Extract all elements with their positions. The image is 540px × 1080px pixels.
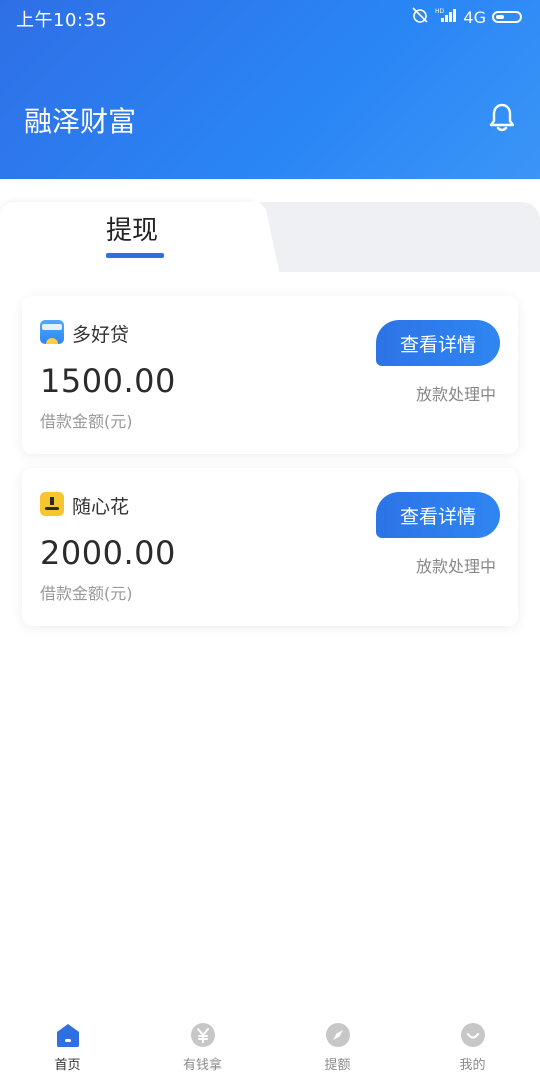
nav-item-earn[interactable]: 有钱拿 [135, 1012, 270, 1080]
nav-label: 提额 [324, 1058, 351, 1073]
tab-active-indicator [106, 253, 164, 258]
loan-card: 多好贷 1500.00 借款金额(元) 查看详情 放款处理中 [22, 296, 518, 454]
tab-withdraw-label[interactable]: 提现 [106, 210, 158, 247]
battery-icon [492, 11, 522, 23]
suixinhua-logo-icon [40, 492, 64, 516]
nav-item-mine[interactable]: 我的 [405, 1012, 540, 1080]
nav-label: 有钱拿 [182, 1058, 222, 1073]
product-name: 随心花 [72, 496, 130, 518]
duohaodai-logo-icon [40, 320, 64, 344]
status-time: 上午10:35 [16, 10, 108, 31]
nav-label: 我的 [459, 1058, 486, 1073]
yuan-icon [190, 1022, 216, 1048]
svg-text:HD: HD [435, 8, 445, 15]
loan-amount: 1500.00 [40, 362, 176, 400]
network-type: 4G [463, 7, 486, 27]
smile-icon [460, 1022, 486, 1048]
loan-amount: 2000.00 [40, 534, 176, 572]
app-title: 融泽财富 [24, 105, 137, 138]
view-details-button[interactable]: 查看详情 [376, 320, 500, 366]
nav-label: 首页 [54, 1058, 81, 1073]
bell-icon[interactable] [488, 102, 516, 132]
loan-amount-label: 借款金额(元) [40, 584, 133, 603]
alarm-off-icon [411, 6, 429, 28]
tab-bar [0, 179, 540, 299]
loan-card: 随心花 2000.00 借款金额(元) 查看详情 放款处理中 [22, 468, 518, 626]
signal-icon: HD [435, 7, 457, 27]
app-header: 上午10:35 HD 4G 融泽财富 [0, 0, 540, 179]
product-name: 多好贷 [72, 324, 130, 346]
tab-inactive-area [260, 202, 540, 272]
compass-icon [325, 1022, 351, 1048]
view-details-button[interactable]: 查看详情 [376, 492, 500, 538]
nav-item-home[interactable]: 首页 [0, 1012, 135, 1080]
loan-status: 放款处理中 [415, 557, 496, 576]
status-bar: 上午10:35 HD 4G [0, 0, 540, 34]
home-icon [55, 1022, 81, 1048]
loan-amount-label: 借款金额(元) [40, 412, 133, 431]
status-icons: HD 4G [411, 6, 522, 28]
bottom-nav: 首页 有钱拿 提额 我的 [0, 1012, 540, 1080]
loan-status: 放款处理中 [415, 385, 496, 404]
nav-item-raise-limit[interactable]: 提额 [270, 1012, 405, 1080]
